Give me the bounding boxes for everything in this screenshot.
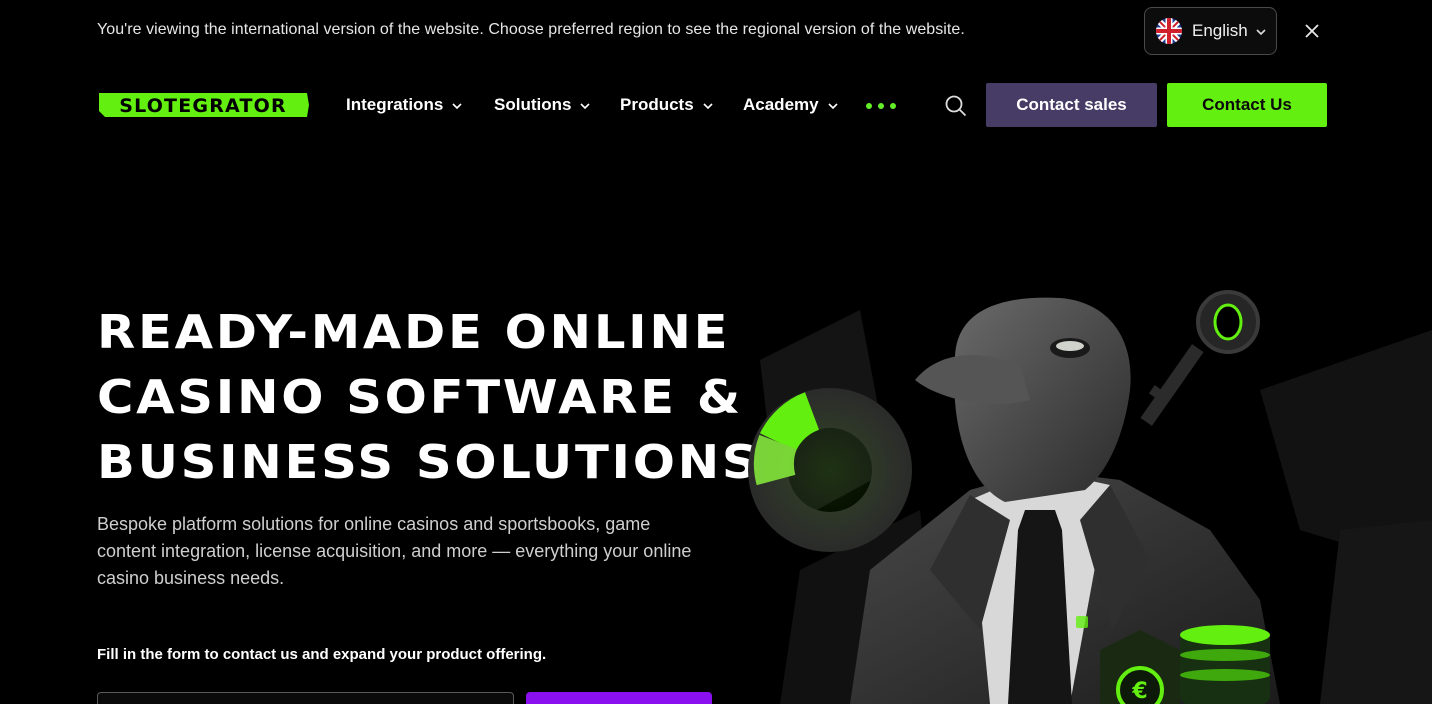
contact-sales-button[interactable]: Contact sales <box>986 83 1157 127</box>
region-message: You're viewing the international version… <box>97 21 965 38</box>
hero-title-line: CASINO SOFTWARE & <box>97 370 743 424</box>
hero-description: Bespoke platform solutions for online ca… <box>97 514 692 588</box>
chevron-down-icon <box>703 103 713 110</box>
chevron-down-icon <box>1255 25 1267 43</box>
more-dots-icon[interactable] <box>866 103 896 109</box>
contact-form-input[interactable] <box>97 692 514 704</box>
search-icon[interactable] <box>944 94 968 118</box>
hero-title-line: BUSINESS SOLUTIONS <box>97 435 761 489</box>
key-graphic <box>1140 290 1260 426</box>
chevron-down-icon <box>580 103 591 110</box>
svg-text:€: € <box>1131 679 1147 704</box>
nav-solutions[interactable]: Solutions <box>494 95 591 115</box>
language-label: English <box>1192 21 1248 40</box>
brand-logo[interactable]: SLOTEGRATOR <box>97 91 309 119</box>
donut-chart-graphic <box>745 385 915 555</box>
hero-illustration: € <box>740 270 1432 704</box>
nav-products[interactable]: Products <box>620 95 714 115</box>
nav-academy[interactable]: Academy <box>743 95 839 115</box>
hero-title: READY-MADE ONLINE CASINO SOFTWARE & BUSI… <box>97 300 788 495</box>
contact-us-button[interactable]: Contact Us <box>1167 83 1327 127</box>
main-nav: SLOTEGRATOR Integrations Solutions Produ… <box>0 76 1432 134</box>
svg-text:SLOTEGRATOR: SLOTEGRATOR <box>119 95 287 117</box>
close-icon[interactable] <box>1302 21 1322 41</box>
chevron-down-icon <box>452 103 462 110</box>
contact-form-submit-button[interactable] <box>526 692 712 704</box>
language-selector[interactable]: English <box>1144 7 1277 55</box>
hero-title-line: READY-MADE ONLINE <box>97 305 731 359</box>
nav-academy-label: Academy <box>743 95 819 114</box>
form-hint: Fill in the form to contact us and expan… <box>97 646 547 663</box>
region-banner: You're viewing the international version… <box>0 0 1432 62</box>
nav-solutions-label: Solutions <box>494 95 572 114</box>
nav-integrations[interactable]: Integrations <box>346 95 463 115</box>
uk-flag-icon <box>1156 18 1182 44</box>
chevron-down-icon <box>828 103 838 110</box>
nav-products-label: Products <box>620 95 694 114</box>
nav-integrations-label: Integrations <box>346 95 444 114</box>
